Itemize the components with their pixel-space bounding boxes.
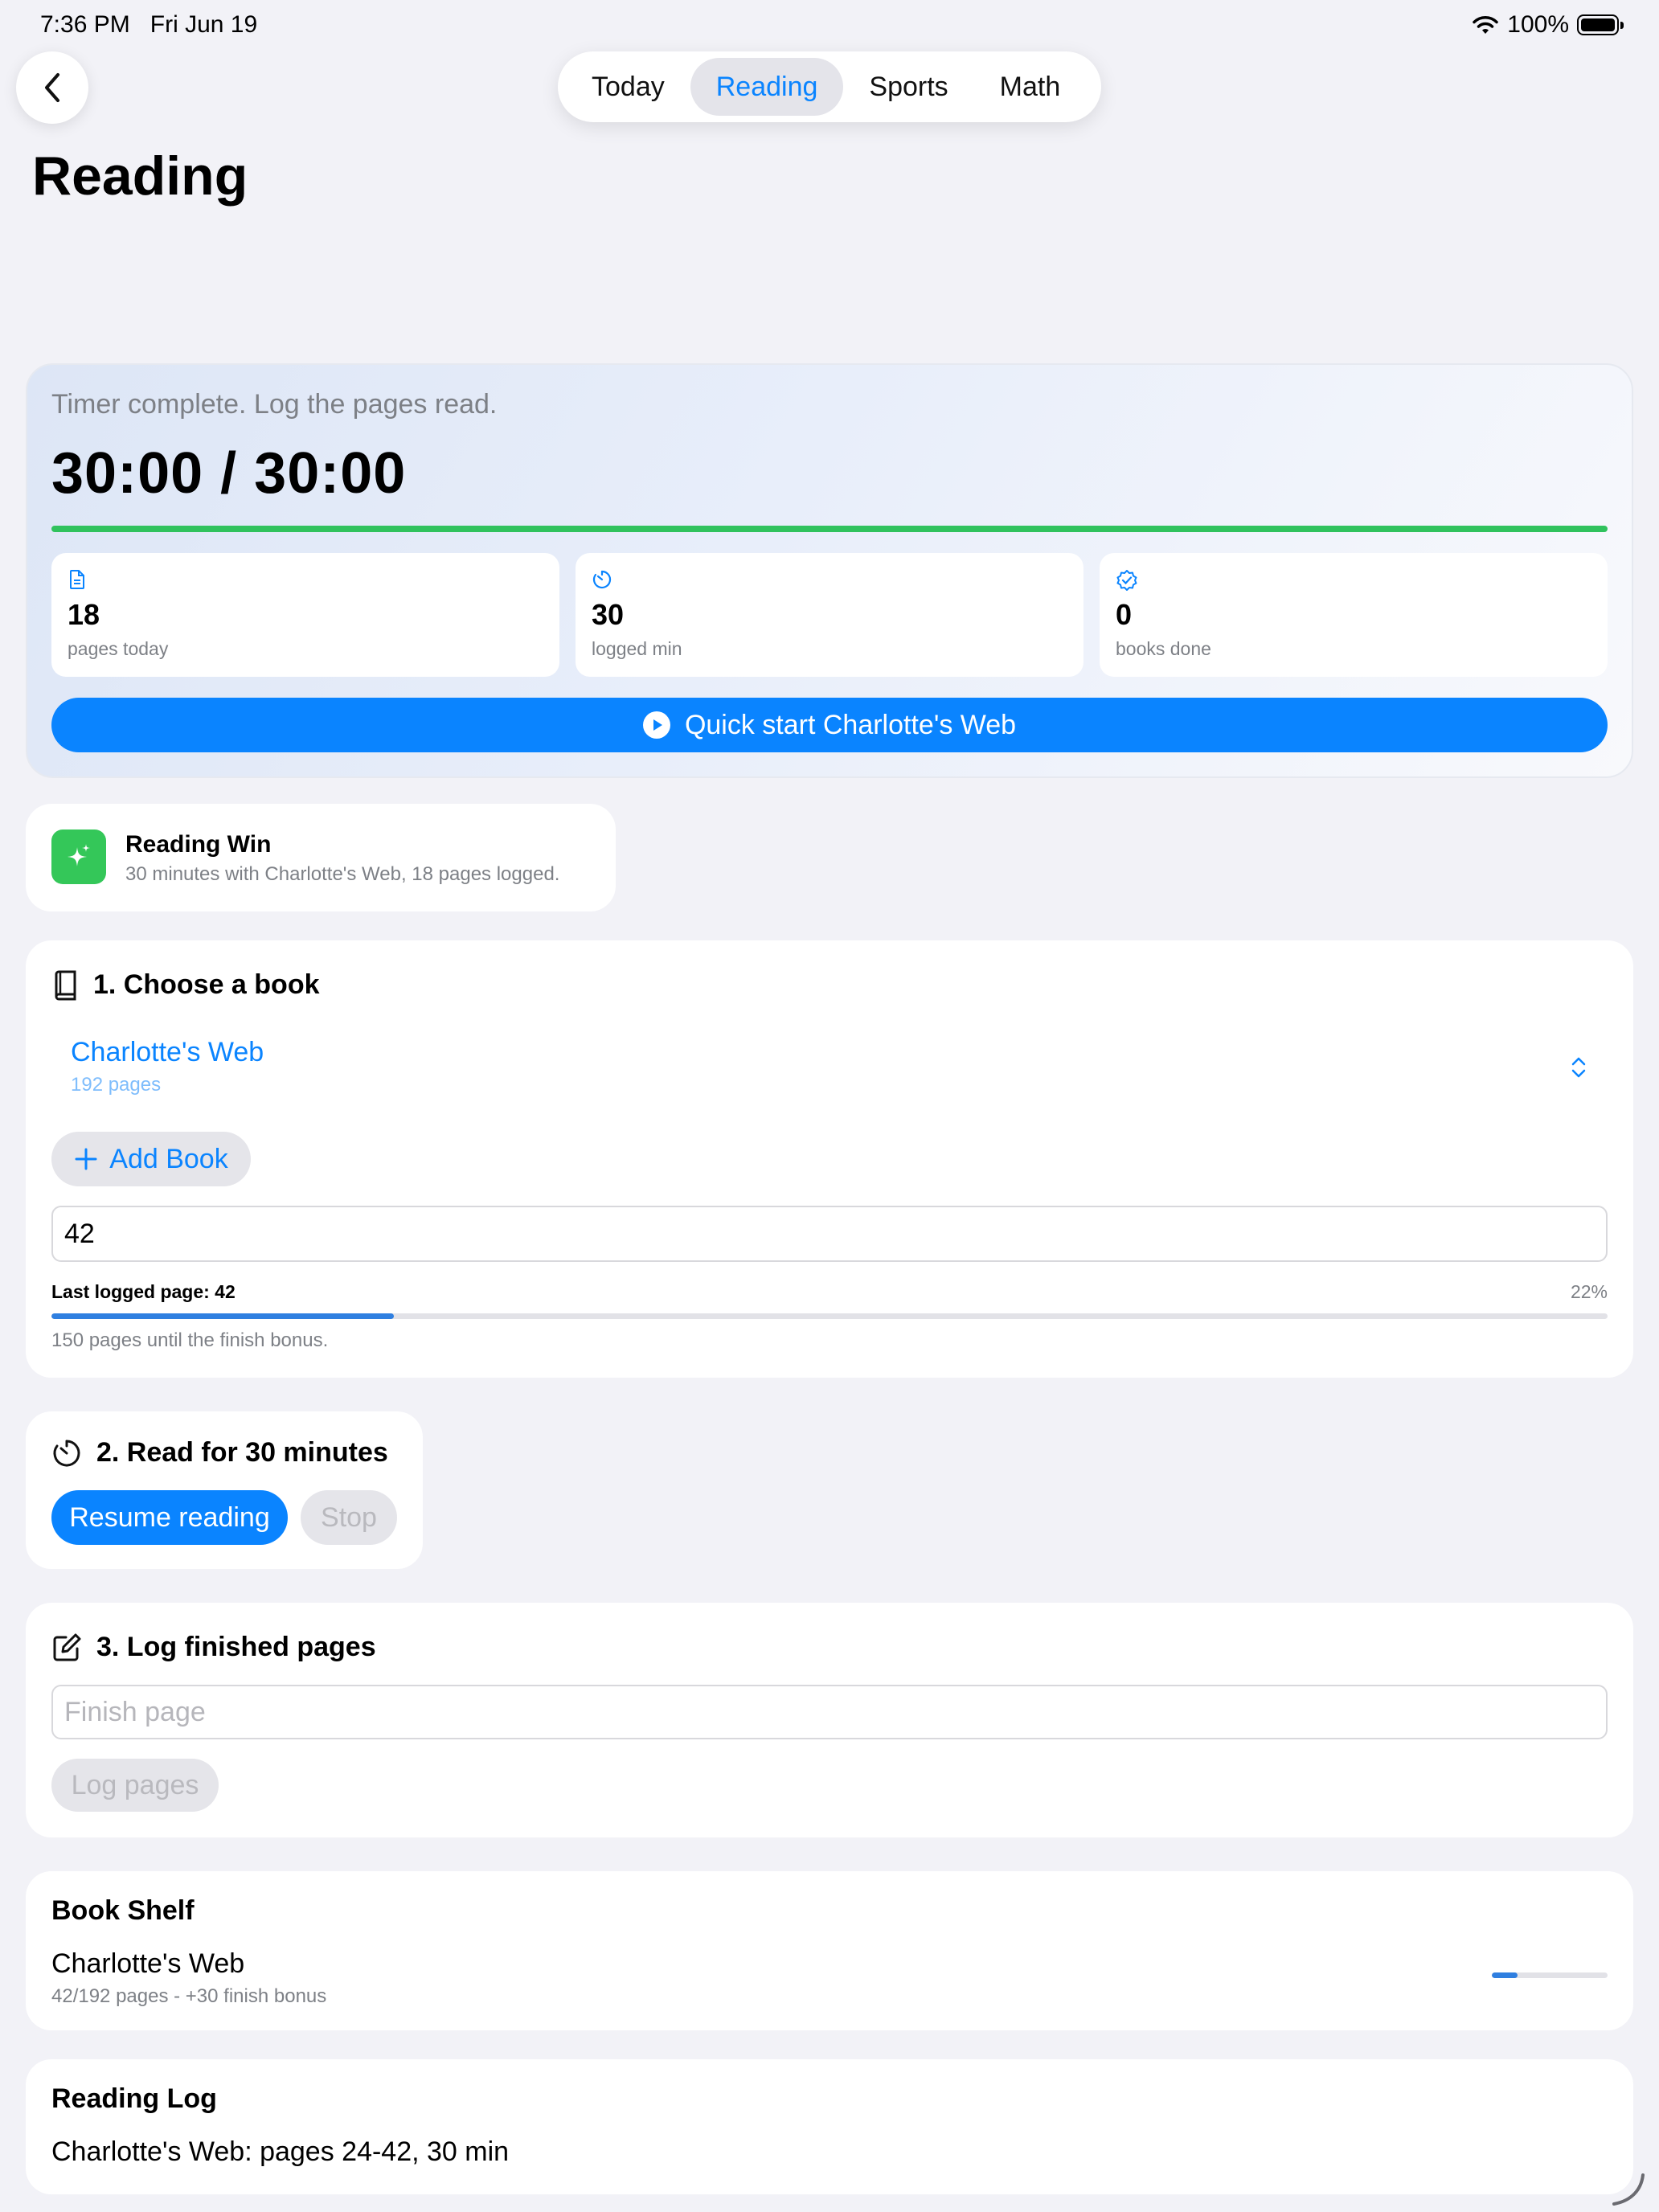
- add-book-button[interactable]: Add Book: [51, 1132, 251, 1186]
- battery-icon: [1577, 14, 1624, 35]
- stop-button[interactable]: Stop: [301, 1490, 397, 1545]
- timer-status: Timer complete. Log the pages read.: [51, 389, 498, 420]
- battery-percent: 100%: [1507, 11, 1569, 38]
- checkmark-seal-icon: [1116, 570, 1137, 591]
- finish-page-input[interactable]: Finish page: [51, 1685, 1608, 1739]
- reading-win-card: [26, 804, 616, 911]
- shelf-book-meta: 42/192 pages - +30 finish bonus: [51, 1985, 327, 2007]
- square-pencil-icon: [53, 1633, 81, 1661]
- finish-note: 150 pages until the finish bonus.: [51, 1329, 329, 1351]
- stat-value: 30: [592, 598, 625, 631]
- quick-start-label: Quick start Charlotte's Web: [684, 709, 1017, 740]
- section-title: 2. Read for 30 minutes: [96, 1437, 388, 1468]
- tab-bar: Today Reading Sports Math: [558, 51, 1101, 122]
- status-right: 100%: [1472, 11, 1624, 39]
- status-time: 7:36 PM Fri Jun 19: [40, 11, 258, 38]
- book-progress-fill: [51, 1313, 394, 1319]
- timer-icon: [53, 1440, 80, 1466]
- chevron-up-down-icon[interactable]: [1569, 1055, 1588, 1080]
- stat-label: books done: [1116, 638, 1211, 659]
- chevron-left-icon: [45, 73, 59, 102]
- timer-progress-bar: [51, 526, 1608, 532]
- read-header: 2. Read for 30 minutes: [51, 1437, 388, 1469]
- resume-reading-button[interactable]: Resume reading: [51, 1490, 288, 1545]
- book-picker[interactable]: Charlotte's Web: [71, 1037, 264, 1068]
- shelf-progress-bar: [1492, 1972, 1608, 1978]
- play-circle-icon: [642, 711, 670, 739]
- log-header: 3. Log finished pages: [51, 1632, 376, 1663]
- reading-log-card: [26, 2059, 1633, 2194]
- shelf-book-title: Charlotte's Web: [51, 1948, 245, 1979]
- section-title: 1. Choose a book: [93, 969, 320, 1000]
- stat-label: logged min: [592, 638, 682, 659]
- tab-today[interactable]: Today: [566, 58, 690, 116]
- document-icon: [70, 570, 84, 589]
- quick-start-button[interactable]: Quick start Charlotte's Web: [51, 698, 1608, 752]
- stat-logged-min: 30 logged min: [576, 553, 1083, 677]
- wifi-icon: [1473, 16, 1499, 34]
- stat-books-done: 0 books done: [1100, 553, 1608, 677]
- page-title: Reading: [32, 145, 248, 207]
- stat-value: 18: [68, 598, 100, 631]
- book-progress-bar: [51, 1313, 1608, 1319]
- resize-corner-icon: [1612, 2173, 1645, 2206]
- tab-reading[interactable]: Reading: [690, 58, 844, 116]
- section-title: Book Shelf: [51, 1895, 195, 1926]
- choose-book-card: [26, 940, 1633, 1378]
- log-entry: Charlotte's Web: pages 24-42, 30 min: [51, 2136, 510, 2167]
- stat-pages-today: 18 pages today: [51, 553, 559, 677]
- tab-math[interactable]: Math: [974, 58, 1087, 116]
- current-page-input[interactable]: 42: [51, 1206, 1608, 1262]
- book-icon: [55, 970, 76, 1000]
- log-pages-button[interactable]: Log pages: [51, 1759, 219, 1812]
- sparkles-icon: [51, 830, 106, 884]
- win-text: 30 minutes with Charlotte's Web, 18 page…: [125, 863, 560, 885]
- stat-label: pages today: [68, 638, 169, 659]
- plus-icon: [75, 1148, 97, 1170]
- win-title: Reading Win: [125, 831, 272, 858]
- timer-icon: [592, 570, 612, 589]
- tab-sports[interactable]: Sports: [843, 58, 973, 116]
- back-button[interactable]: [16, 51, 88, 124]
- choose-book-header: 1. Choose a book: [51, 969, 320, 1001]
- add-book-label: Add Book: [109, 1143, 228, 1174]
- section-title: 3. Log finished pages: [96, 1632, 376, 1662]
- progress-percent: 22%: [1570, 1281, 1608, 1302]
- section-title: Reading Log: [51, 2083, 217, 2114]
- shelf-progress-fill: [1492, 1972, 1518, 1978]
- book-page-count: 192 pages: [71, 1074, 162, 1096]
- timer-readout: 30:00 / 30:00: [51, 441, 407, 506]
- last-logged-label: Last logged page: 42: [51, 1281, 236, 1302]
- stat-value: 0: [1116, 598, 1133, 631]
